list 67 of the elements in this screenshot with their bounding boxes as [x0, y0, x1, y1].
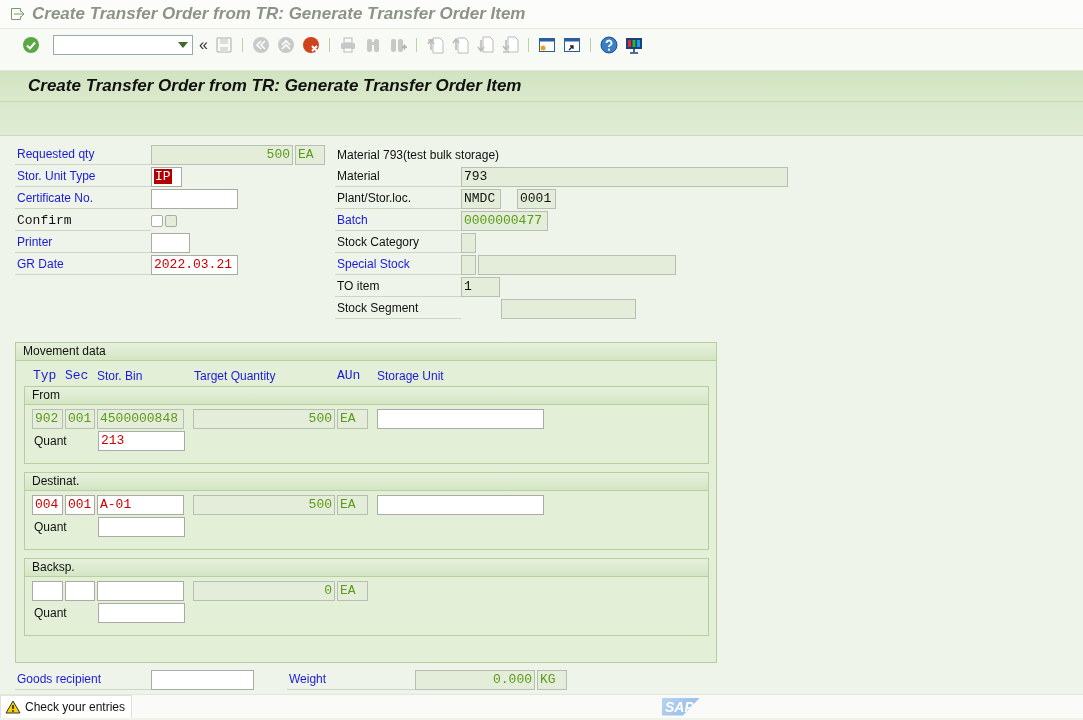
warning-icon — [5, 700, 21, 714]
column-header: Storage Unit — [377, 369, 445, 383]
field-label: Confirm — [15, 211, 151, 231]
input-field[interactable]: IP — [151, 167, 182, 187]
input-field[interactable] — [97, 581, 184, 601]
column-header: Typ — [33, 368, 58, 383]
display-field: KG — [537, 670, 567, 690]
screen-title: Create Transfer Order from TR: Generate Transfer Order Item — [0, 71, 1083, 102]
display-field: 0 — [193, 581, 335, 601]
field-label: Stock Segment — [335, 299, 461, 319]
dropdown-caret-icon — [178, 42, 188, 48]
subgroup-title: Destinat. — [25, 473, 708, 491]
input-field[interactable] — [32, 581, 63, 601]
check-icon[interactable] — [21, 35, 41, 55]
column-header: Target Quantity — [194, 369, 277, 383]
help-icon[interactable] — [598, 35, 619, 55]
shortcut-icon[interactable] — [561, 35, 582, 55]
field-label: Quant — [33, 434, 68, 448]
input-field[interactable] — [98, 603, 185, 623]
field-label: Quant — [33, 520, 68, 534]
display-field: NMDC — [461, 189, 501, 209]
status-message[interactable]: Check your entries — [0, 695, 133, 718]
input-field[interactable]: 2022.03.21 — [151, 255, 238, 275]
display-field: 4500000848 — [97, 409, 184, 429]
display-field: 001 — [65, 409, 95, 429]
input-field[interactable]: 213 — [98, 431, 185, 451]
display-field: EA — [295, 145, 325, 165]
input-field[interactable]: 001 — [65, 495, 95, 515]
display-field: 1 — [461, 277, 500, 297]
logo: SAP — [662, 697, 700, 716]
input-field[interactable] — [151, 670, 254, 690]
input-field[interactable] — [377, 409, 544, 429]
display-field: 902 — [32, 409, 63, 429]
new-window-icon[interactable] — [536, 35, 557, 55]
input-field[interactable] — [377, 495, 544, 515]
checkbox[interactable] — [151, 215, 163, 227]
checkbox[interactable] — [165, 215, 177, 227]
input-field[interactable] — [65, 581, 95, 601]
input-field[interactable]: A-01 — [97, 495, 184, 515]
input-field[interactable] — [151, 189, 238, 209]
column-header: Stor. Bin — [97, 369, 144, 383]
column-header: Sec — [65, 368, 90, 383]
input-field[interactable] — [98, 517, 185, 537]
command-field[interactable] — [53, 35, 193, 55]
group-title: Movement data — [16, 343, 716, 361]
transaction-icon — [10, 7, 26, 21]
display-field: EA — [337, 581, 368, 601]
input-field[interactable]: 004 — [32, 495, 63, 515]
window-title: Create Transfer Order from TR: Generate Transfer Order Item — [32, 4, 526, 24]
material-description: Material 793(test bulk storage) — [336, 147, 501, 164]
display-field: 500 — [193, 495, 335, 515]
cancel-icon[interactable] — [300, 35, 321, 55]
display-field: 0001 — [517, 189, 556, 209]
display-field: 0.000 — [415, 670, 535, 690]
input-field[interactable] — [151, 233, 190, 253]
subgroup-title: Backsp. — [25, 559, 708, 577]
collapse-button[interactable]: « — [199, 36, 208, 54]
display-field: EA — [337, 495, 368, 515]
monitor-icon[interactable] — [623, 35, 644, 55]
display-field: EA — [337, 409, 368, 429]
display-field: 793 — [461, 167, 788, 187]
subgroup-title: From — [25, 387, 708, 405]
display-field: 500 — [151, 145, 293, 165]
display-field: 500 — [193, 409, 335, 429]
display-field: 0000000477 — [461, 211, 548, 231]
column-header: AUn — [337, 368, 362, 383]
field-label: Quant — [33, 606, 68, 620]
